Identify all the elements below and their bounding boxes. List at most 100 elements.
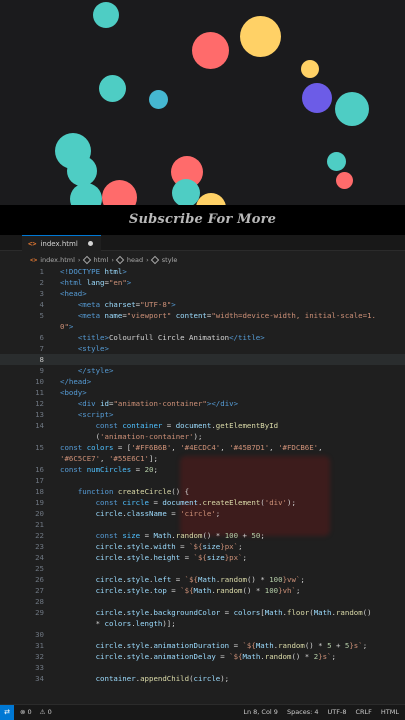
animated-circle [99,75,126,102]
code-line[interactable]: 31 circle.style.animationDuration = `${M… [0,640,405,651]
animated-circle [102,180,137,205]
code-line[interactable]: 6 <title>Colourfull Circle Animation</ti… [0,332,405,343]
line-number: 17 [35,476,44,485]
code-line[interactable]: 17 [0,475,405,486]
line-number: 31 [35,641,44,650]
errors-indicator[interactable]: ⊗ 0 [20,705,32,720]
code-text: </head> [60,377,92,386]
code-line[interactable]: 23 circle.style.width = `${size}px`; [0,541,405,552]
code-text: <script> [77,410,114,419]
language-mode[interactable]: HTML [381,705,399,720]
line-number: 28 [35,597,44,606]
code-line[interactable]: 13 <script> [0,409,405,420]
line-number: 6 [39,333,44,342]
code-line[interactable]: 25 [0,563,405,574]
code-text: const size = Math.random() * 100 + 50; [95,531,265,540]
encoding[interactable]: UTF-8 [328,705,347,720]
code-text: const circle = document.createElement('d… [95,498,296,507]
indentation[interactable]: Spaces: 4 [287,705,319,720]
code-line[interactable]: 11 <body> [0,387,405,398]
line-number: 3 [39,289,44,298]
code-line[interactable]: 21 [0,519,405,530]
code-line[interactable]: 15 const colors = ['#FF6B6B', '#4ECDC4', … [0,442,405,464]
unsaved-dot-icon[interactable] [87,241,93,246]
line-number: 29 [35,608,44,617]
line-number: 8 [39,355,44,364]
line-number: 12 [35,399,44,408]
code-text: circle.style.height = `${size}px`; [95,553,247,562]
code-line[interactable]: 7 <style> [0,343,405,354]
code-line[interactable]: 4 <meta charset="UTF-8"> [0,299,405,310]
code-area[interactable]: 1 <!DOCTYPE html> 2 <html lang="en"> 3 <head>… [0,266,405,704]
code-line[interactable]: 12 <div id="animation-container"></div> [0,398,405,409]
warning-count: 0 [47,708,52,716]
line-number: 23 [35,542,44,551]
code-text: <html lang="en"> [60,278,132,287]
code-line[interactable]: 26 circle.style.left = `${Math.random() … [0,574,405,585]
code-line[interactable]: 2 <html lang="en"> [0,277,405,288]
animated-circle [240,16,281,57]
code-text: circle.style.top = `${Math.random() * 10… [95,586,301,595]
code-line[interactable]: 34 container.appendChild(circle); [0,673,405,684]
code-text: <head> [60,289,87,298]
line-number: 1 [39,267,44,276]
code-text: circle.className = 'circle'; [95,509,221,518]
breadcrumb-item-style[interactable]: style [162,256,178,264]
animated-circle [67,156,97,186]
code-line[interactable]: 32 circle.style.animationDelay = `${Math… [0,651,405,662]
animated-circle [301,60,319,78]
code-line[interactable]: 9 </style> [0,365,405,376]
remote-icon[interactable]: ⇄ [0,705,14,720]
line-number: 32 [35,652,44,661]
line-number: 24 [35,553,44,562]
animated-circle [93,2,119,28]
code-line[interactable]: 16 const numCircles = 20; [0,464,405,475]
tab-label: index.html [40,239,78,248]
code-text-wrapped: * colors.length)]; [60,619,176,628]
line-number: 14 [35,421,44,430]
code-line[interactable]: 14 const container = document.getElement… [0,420,405,442]
code-line[interactable]: 20 circle.className = 'circle'; [0,508,405,519]
animated-circle [70,183,102,205]
code-line[interactable]: 10 </head> [0,376,405,387]
line-number: 13 [35,410,44,419]
code-line[interactable]: 3 <head> [0,288,405,299]
line-number: 21 [35,520,44,529]
warnings-indicator[interactable]: ⚠ 0 [40,705,52,720]
animation-preview [0,0,405,205]
cursor-position[interactable]: Ln 8, Col 9 [243,705,278,720]
code-line[interactable]: 5 <meta name="viewport" content="width=d… [0,310,405,332]
tab-index-html[interactable]: <> index.html [22,235,101,251]
code-line[interactable]: 29 circle.style.backgroundColor = colors… [0,607,405,629]
error-count: 0 [27,708,32,716]
line-ending[interactable]: CRLF [355,705,371,720]
breadcrumb: <> index.html › html › head › style [30,255,177,265]
line-number: 5 [39,311,44,320]
code-text: circle.style.animationDuration = `${Math… [95,641,368,650]
code-text: <div id="animation-container"></div> [77,399,239,408]
code-line[interactable]: 33 [0,662,405,673]
code-line[interactable]: 24 circle.style.height = `${size}px`; [0,552,405,563]
code-line[interactable]: 1 <!DOCTYPE html> [0,266,405,277]
breadcrumb-item-head[interactable]: head [127,256,143,264]
code-text-wrapped: ('animation-container'); [60,432,203,441]
line-number: 25 [35,564,44,573]
code-line[interactable]: 27 circle.style.top = `${Math.random() *… [0,585,405,596]
code-line[interactable]: 22 const size = Math.random() * 100 + 50… [0,530,405,541]
breadcrumb-file[interactable]: index.html [40,256,75,264]
code-text-wrapped: 0"> [60,322,74,331]
code-text: circle.style.left = `${Math.random() * 1… [95,575,305,584]
animated-circle [172,179,200,205]
code-text: circle.style.width = `${size}px`; [95,542,243,551]
breadcrumb-item-html[interactable]: html [94,256,109,264]
element-icon [115,255,125,265]
code-line[interactable]: 28 [0,596,405,607]
code-text: const container = document.getElementByI… [95,421,279,430]
code-text: circle.style.backgroundColor = colors[Ma… [95,608,372,617]
code-line[interactable]: 30 [0,629,405,640]
code-text: <style> [77,344,109,353]
animated-circle [149,90,168,109]
code-line[interactable]: 18 function createCircle() { [0,486,405,497]
code-line[interactable]: 19 const circle = document.createElement… [0,497,405,508]
code-line[interactable]: 8 [0,354,405,365]
